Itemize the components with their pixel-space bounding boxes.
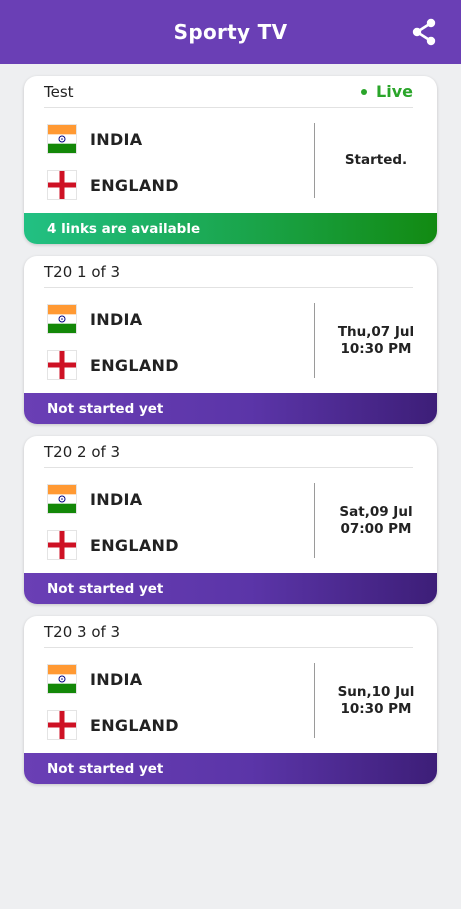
match-card[interactable]: T20 2 of 3 INDIA ENGLAND Sat,09 Jul 07:0…	[24, 436, 437, 604]
live-indicator: Live	[361, 82, 413, 101]
team-row: INDIA	[47, 484, 142, 514]
team-row: INDIA	[47, 124, 142, 154]
not-started-banner: Not started yet	[24, 393, 437, 424]
team-name: INDIA	[90, 309, 143, 329]
match-card-header: T20 1 of 3	[44, 256, 413, 288]
status-line: Started.	[344, 152, 408, 168]
match-type: T20 3 of 3	[44, 622, 121, 641]
match-date: Thu,07 Jul	[337, 323, 415, 340]
app-bar: Sporty TV	[0, 0, 461, 64]
match-card[interactable]: T20 3 of 3 INDIA ENGLAND Sun,10 Jul 10:3…	[24, 616, 437, 784]
team-name: INDIA	[90, 489, 143, 509]
match-date: Sat,09 Jul	[339, 503, 413, 520]
team-row: ENGLAND	[47, 350, 179, 380]
team-row: ENGLAND	[47, 170, 179, 200]
england-flag-icon	[47, 350, 77, 380]
team-row: INDIA	[47, 304, 142, 334]
team-name: ENGLAND	[90, 535, 179, 555]
links-available-banner[interactable]: 4 links are available	[24, 213, 437, 244]
live-label: Live	[376, 82, 413, 101]
match-list[interactable]: Test Live INDIA ENGLAND Started. 4 links…	[0, 64, 461, 784]
match-type: T20 2 of 3	[44, 442, 121, 461]
match-date: Sun,10 Jul	[337, 683, 415, 700]
match-time: 07:00 PM	[340, 520, 412, 537]
england-flag-icon	[47, 530, 77, 560]
match-card[interactable]: Test Live INDIA ENGLAND Started. 4 links…	[24, 76, 437, 244]
match-card-header: Test Live	[44, 76, 413, 108]
match-card-header: T20 2 of 3	[44, 436, 413, 468]
team-row: ENGLAND	[47, 530, 179, 560]
match-type: Test	[44, 82, 74, 101]
india-flag-icon	[47, 304, 77, 334]
match-status: Sun,10 Jul 10:30 PM	[315, 663, 437, 738]
england-flag-icon	[47, 170, 77, 200]
share-button[interactable]	[409, 17, 439, 47]
match-status: Started.	[315, 123, 437, 198]
team-name: ENGLAND	[90, 715, 179, 735]
england-flag-icon	[47, 710, 77, 740]
team-row: INDIA	[47, 664, 142, 694]
match-status: Thu,07 Jul 10:30 PM	[315, 303, 437, 378]
match-status: Sat,09 Jul 07:00 PM	[315, 483, 437, 558]
share-icon	[412, 18, 436, 46]
match-card[interactable]: T20 1 of 3 INDIA ENGLAND Thu,07 Jul 10:3…	[24, 256, 437, 424]
team-name: INDIA	[90, 669, 143, 689]
team-row: ENGLAND	[47, 710, 179, 740]
live-dot-icon	[361, 88, 368, 95]
team-name: ENGLAND	[90, 355, 179, 375]
team-name: INDIA	[90, 129, 143, 149]
match-time: 10:30 PM	[340, 700, 412, 717]
india-flag-icon	[47, 124, 77, 154]
not-started-banner: Not started yet	[24, 753, 437, 784]
not-started-banner: Not started yet	[24, 573, 437, 604]
match-type: T20 1 of 3	[44, 262, 121, 281]
india-flag-icon	[47, 484, 77, 514]
app-title: Sporty TV	[173, 20, 288, 44]
india-flag-icon	[47, 664, 77, 694]
team-name: ENGLAND	[90, 175, 179, 195]
match-card-header: T20 3 of 3	[44, 616, 413, 648]
match-time: 10:30 PM	[340, 340, 412, 357]
